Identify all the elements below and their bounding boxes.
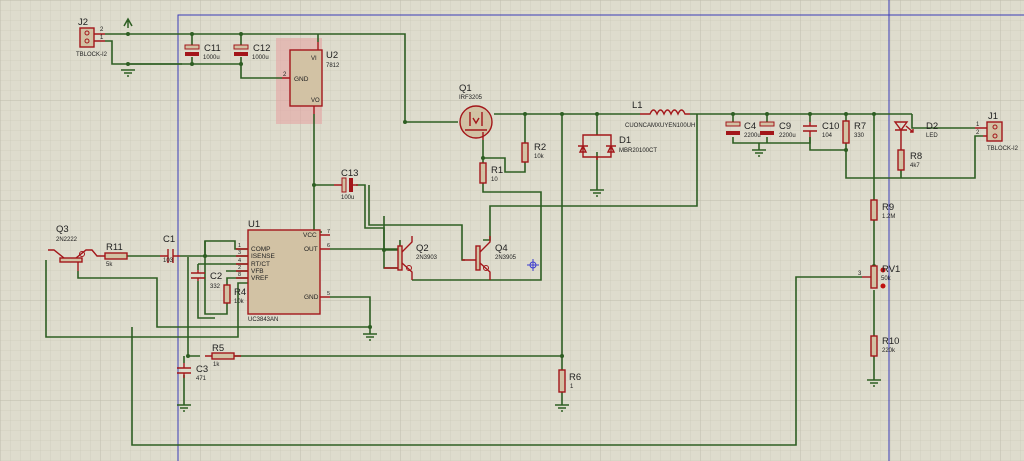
ref-label: C9 xyxy=(779,121,791,132)
pin-label: VO xyxy=(311,98,320,104)
value-label: 1.2M xyxy=(882,214,895,220)
value-label: 104 xyxy=(822,133,833,139)
ref-label: U1 xyxy=(248,219,260,230)
ref-label: R5 xyxy=(212,343,224,354)
value-label: 2N3905 xyxy=(495,255,517,261)
value-label: 1000u xyxy=(203,55,220,61)
resistor-r9[interactable]: R9 1.2M xyxy=(870,199,895,221)
ref-label: R1 xyxy=(491,165,503,176)
ref-label: Q1 xyxy=(459,83,472,94)
ref-label: Q2 xyxy=(416,243,429,254)
value-label: 330 xyxy=(854,133,865,139)
pin-label: VI xyxy=(311,56,317,62)
value-label: MBR20100CT xyxy=(619,148,657,154)
pin-number: 2 xyxy=(238,265,241,271)
ref-label: J1 xyxy=(988,111,998,122)
pin-number: 4 xyxy=(238,258,241,264)
value-label: 2200u xyxy=(779,133,796,139)
pin-number: 1 xyxy=(238,243,241,249)
ref-label: Q3 xyxy=(56,224,69,235)
ref-label: R2 xyxy=(534,142,546,153)
ref-label: C4 xyxy=(744,121,756,132)
ref-label: C12 xyxy=(253,43,270,54)
value-label: 332 xyxy=(210,284,221,290)
ref-label: R4 xyxy=(234,287,246,298)
value-label: 5k xyxy=(106,262,113,268)
value-label: CUONCAMXUYEN100UH xyxy=(625,123,695,129)
pin-label: ISENSE xyxy=(251,253,276,260)
value-label: 220k xyxy=(882,348,896,354)
pin-label: VCC xyxy=(303,232,317,239)
value-label: 2N2222 xyxy=(56,237,78,243)
ref-label: C3 xyxy=(196,364,208,375)
value-label: 4k7 xyxy=(910,163,920,169)
value-label: UC3843AN xyxy=(248,317,278,323)
value-label: LED xyxy=(926,133,938,139)
value-label: 7812 xyxy=(326,63,340,69)
ref-label: D1 xyxy=(619,135,631,146)
ref-label: R8 xyxy=(910,151,922,162)
pin-label: GND xyxy=(294,76,309,83)
ref-label: R11 xyxy=(106,242,123,253)
value-label: 10k xyxy=(534,154,545,160)
ref-label: C13 xyxy=(341,168,358,179)
ref-label: L1 xyxy=(632,100,643,111)
pin-label: RT/CT xyxy=(251,261,270,268)
ref-label: RV1 xyxy=(882,264,900,275)
value-label: 50k xyxy=(881,276,892,282)
ref-label: C1 xyxy=(163,234,175,245)
pin-number: 3 xyxy=(238,250,241,256)
pin-number: 7 xyxy=(327,229,330,235)
pin-number: 6 xyxy=(327,243,330,249)
pin-label: VFB xyxy=(251,268,264,275)
ref-label: D2 xyxy=(926,121,938,132)
pin-number: 8 xyxy=(238,272,241,278)
ref-label: C2 xyxy=(210,271,222,282)
value-label: 1k xyxy=(213,362,220,368)
value-label: 10k xyxy=(234,299,245,305)
schematic-canvas[interactable]: 2 1 J2 TBLOCK-I2 C11 1000u C12 1000u GND… xyxy=(0,0,1024,461)
pin-label: VREF xyxy=(251,275,268,282)
value-label: 2200u xyxy=(744,133,761,139)
ref-label: R7 xyxy=(854,121,866,132)
ref-label: Q4 xyxy=(495,243,508,254)
ref-label: R10 xyxy=(882,336,899,347)
ref-label: U2 xyxy=(326,50,338,61)
resistor-r8[interactable]: R8 4k7 xyxy=(897,149,922,171)
grid xyxy=(0,0,1024,461)
value-label: 471 xyxy=(196,376,207,382)
pin-number: 5 xyxy=(327,291,330,297)
resistor-r4[interactable]: R4 10k xyxy=(223,284,246,305)
controller-u1[interactable]: COMP ISENSE RT/CT VFB VREF 1 3 4 2 8 VCC… xyxy=(236,219,330,323)
pin-label: COMP xyxy=(251,246,271,253)
value-label: 100u xyxy=(341,195,354,201)
pin-label: GND xyxy=(304,294,319,301)
value-label: 2N3903 xyxy=(416,255,438,261)
value-label: IRF3205 xyxy=(459,95,483,101)
value-label: TBLOCK-I2 xyxy=(987,146,1019,152)
value-label: 103 xyxy=(163,258,174,264)
ref-label: C11 xyxy=(204,43,221,54)
value-label: TBLOCK-I2 xyxy=(76,52,108,58)
value-label: 1000u xyxy=(252,55,269,61)
resistor-r2[interactable]: R2 10k xyxy=(521,142,546,163)
pin-label: OUT xyxy=(304,246,318,253)
ref-label: R9 xyxy=(882,202,894,213)
ref-label: R6 xyxy=(569,372,581,383)
value-label: 10 xyxy=(491,177,498,183)
ref-label: J2 xyxy=(78,17,88,28)
ref-label: C10 xyxy=(822,121,839,132)
